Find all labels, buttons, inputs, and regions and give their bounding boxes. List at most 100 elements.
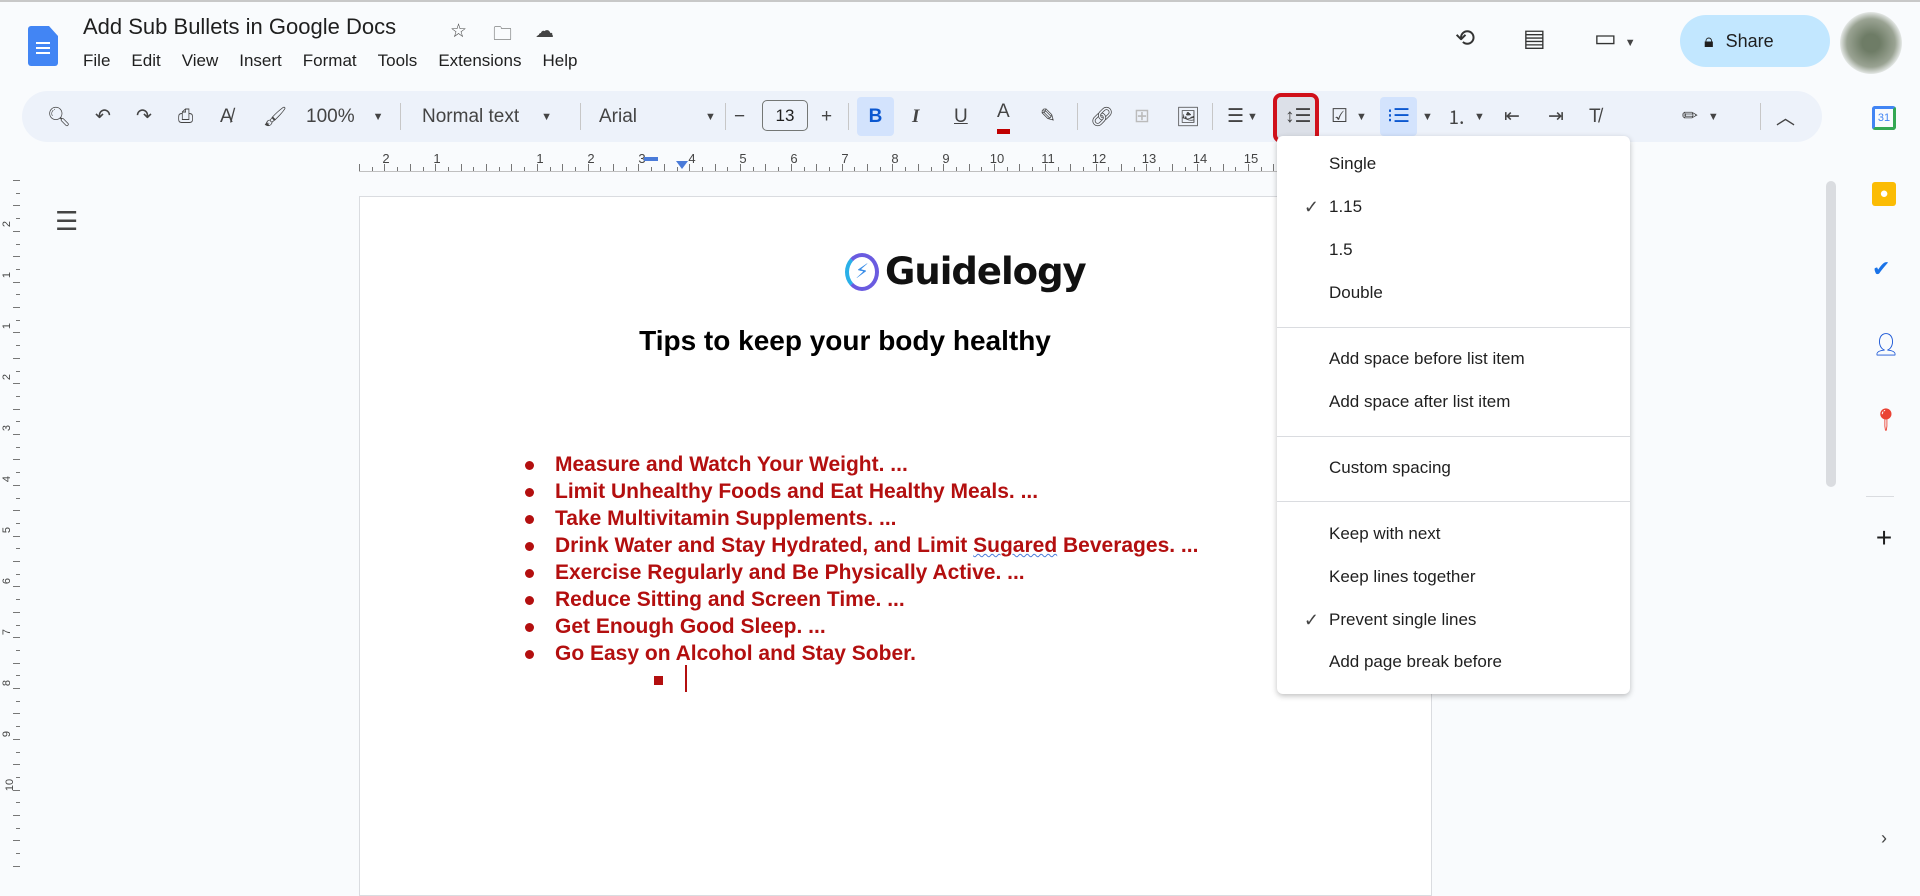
- vertical-ruler[interactable]: 2 1 1 2 3 4 5 6 7 8 9 10: [0, 180, 24, 878]
- list-item[interactable]: Take Multivitamin Supplements. ...: [523, 505, 1198, 532]
- bulleted-list-icon[interactable]: ⁝☰: [1380, 97, 1417, 136]
- insert-image-icon[interactable]: 🖼︎: [1176, 91, 1200, 142]
- insert-link-icon[interactable]: 🔗︎: [1090, 91, 1114, 142]
- ruler-tick: [1032, 167, 1034, 171]
- increase-indent-icon[interactable]: ⇥: [1548, 91, 1564, 142]
- bold-button[interactable]: B: [857, 97, 894, 136]
- list-item[interactable]: Drink Water and Stay Hydrated, and Limit…: [523, 532, 1198, 559]
- menu-item-single[interactable]: Single: [1277, 146, 1630, 182]
- menu-item-label: Add space before list item: [1329, 349, 1525, 368]
- redo-icon[interactable]: ↷: [136, 91, 152, 142]
- style-select[interactable]: Normal text ▼: [422, 91, 552, 142]
- document-title[interactable]: Add Sub Bullets in Google Docs: [83, 14, 396, 40]
- account-avatar[interactable]: [1840, 12, 1902, 74]
- align-left-icon[interactable]: ☰ ▼: [1227, 91, 1258, 142]
- menu-item-add-space-before-list-item[interactable]: Add space before list item: [1277, 341, 1630, 377]
- menu-item-add-page-break-before[interactable]: Add page break before: [1277, 644, 1630, 680]
- list-item[interactable]: Measure and Watch Your Weight. ...: [523, 451, 1198, 478]
- highlight-color-icon[interactable]: ✎: [1040, 91, 1056, 142]
- ruler-tick: [16, 472, 20, 474]
- menu-item-prevent-single-lines[interactable]: ✓ Prevent single lines: [1277, 602, 1630, 638]
- star-icon[interactable]: ☆: [450, 20, 467, 43]
- menu-item-1-15[interactable]: ✓ 1.15: [1277, 189, 1630, 225]
- editing-mode-icon[interactable]: ✏ ▼: [1682, 91, 1719, 142]
- ruler-tick: [816, 164, 818, 171]
- bullet-dropdown-icon[interactable]: ▼: [1422, 91, 1433, 142]
- ruler-tick: [16, 218, 20, 220]
- menu-item-custom-spacing[interactable]: Custom spacing: [1277, 450, 1630, 486]
- list-item[interactable]: Get Enough Good Sleep. ...: [523, 613, 1198, 640]
- meet-icon[interactable]: ▭ ▼: [1594, 24, 1636, 53]
- list-item[interactable]: Reduce Sitting and Screen Time. ...: [523, 586, 1198, 613]
- checklist-icon[interactable]: ☑ ▼: [1331, 91, 1367, 142]
- italic-button[interactable]: I: [912, 91, 919, 142]
- clear-formatting-icon[interactable]: T̸: [1589, 91, 1601, 142]
- list-item[interactable]: Go Easy on Alcohol and Stay Sober.: [523, 640, 1198, 667]
- menu-tools[interactable]: Tools: [378, 51, 418, 71]
- ruler-tick: [905, 167, 907, 171]
- move-folder-icon[interactable]: 🗀: [493, 20, 512, 52]
- ruler-tick: [16, 294, 20, 296]
- menu-item-1-5[interactable]: 1.5: [1277, 232, 1630, 268]
- underline-button[interactable]: U: [954, 91, 968, 142]
- menu-item-label: Keep lines together: [1329, 567, 1476, 586]
- spellcheck-icon[interactable]: A̸: [220, 91, 233, 142]
- increase-font-size-button[interactable]: +: [821, 91, 832, 142]
- spelling-error[interactable]: Sugared: [973, 534, 1057, 557]
- hide-menus-icon[interactable]: ︿: [1776, 91, 1795, 142]
- ruler-tick: [13, 840, 20, 842]
- line-paragraph-spacing-icon[interactable]: ↕☰: [1285, 91, 1312, 142]
- maps-icon[interactable]: 📍︎: [1872, 408, 1900, 432]
- zoom-select[interactable]: 100% ▼: [306, 91, 384, 142]
- menu-item-add-space-after-list-item[interactable]: Add space after list item: [1277, 384, 1630, 420]
- keep-icon[interactable]: ●: [1872, 182, 1896, 206]
- menu-item-keep-with-next[interactable]: Keep with next: [1277, 516, 1630, 552]
- menu-item-keep-lines-together[interactable]: Keep lines together: [1277, 559, 1630, 595]
- tasks-icon[interactable]: ✔: [1872, 257, 1896, 281]
- horizontal-ruler[interactable]: 2 1 1 2 3 4 5 6 7 8 9 10 11 12 13 14 15: [359, 150, 1432, 172]
- paint-format-icon[interactable]: 🖌︎: [263, 91, 287, 142]
- version-history-icon[interactable]: ⟲: [1455, 24, 1475, 53]
- list-item[interactable]: Limit Unhealthy Foods and Eat Healthy Me…: [523, 478, 1198, 505]
- numbered-list-icon[interactable]: ⒈ ▼: [1447, 91, 1485, 142]
- side-panel: 31 ● ✔ 👤︎ 📍︎ + ›: [1849, 80, 1920, 878]
- contacts-icon[interactable]: 👤︎: [1872, 333, 1900, 357]
- menu-item-double[interactable]: Double: [1277, 275, 1630, 311]
- list-item[interactable]: Exercise Regularly and Be Physically Act…: [523, 559, 1198, 586]
- document-outline-icon[interactable]: ☰: [55, 206, 78, 237]
- menu-edit[interactable]: Edit: [131, 51, 160, 71]
- ruler-tick: [828, 167, 830, 171]
- ruler-label: 2: [1, 373, 14, 381]
- divider: [580, 103, 581, 130]
- bulleted-list[interactable]: Measure and Watch Your Weight. ... Limit…: [523, 451, 1198, 667]
- menu-help[interactable]: Help: [542, 51, 577, 71]
- decrease-indent-icon[interactable]: ⇤: [1504, 91, 1520, 142]
- comments-icon[interactable]: ▤: [1523, 24, 1546, 53]
- vertical-scrollbar[interactable]: [1826, 181, 1836, 487]
- text-color-button[interactable]: A: [997, 94, 1010, 134]
- menu-insert[interactable]: Insert: [239, 51, 282, 71]
- chevron-down-icon: ▼: [1247, 110, 1258, 123]
- left-indent-marker[interactable]: [676, 161, 688, 169]
- menu-format[interactable]: Format: [303, 51, 357, 71]
- ruler-tick: [13, 510, 20, 512]
- meet-dropdown-icon[interactable]: ▼: [1625, 37, 1636, 49]
- print-icon[interactable]: ⎙: [178, 91, 193, 142]
- menu-extensions[interactable]: Extensions: [438, 51, 521, 71]
- calendar-icon[interactable]: 31: [1872, 106, 1896, 130]
- add-comment-icon[interactable]: ⊞: [1134, 91, 1150, 142]
- font-select[interactable]: Arial ▼: [599, 91, 716, 142]
- add-ons-plus-icon[interactable]: +: [1872, 524, 1896, 552]
- undo-icon[interactable]: ↶: [95, 91, 111, 142]
- share-button[interactable]: 🔒︎ Share: [1680, 15, 1830, 67]
- first-line-indent-marker[interactable]: [644, 157, 658, 161]
- search-menus-icon[interactable]: 🔍︎: [47, 91, 71, 142]
- show-side-panel-chevron-icon[interactable]: ›: [1872, 828, 1896, 852]
- decrease-font-size-button[interactable]: −: [734, 91, 745, 142]
- docs-logo-icon[interactable]: [28, 26, 58, 66]
- menu-view[interactable]: View: [182, 51, 219, 71]
- cloud-saved-icon[interactable]: ☁: [535, 20, 554, 43]
- ruler-tick: [16, 370, 20, 372]
- menu-file[interactable]: File: [83, 51, 110, 71]
- font-size-input[interactable]: 13: [762, 100, 808, 131]
